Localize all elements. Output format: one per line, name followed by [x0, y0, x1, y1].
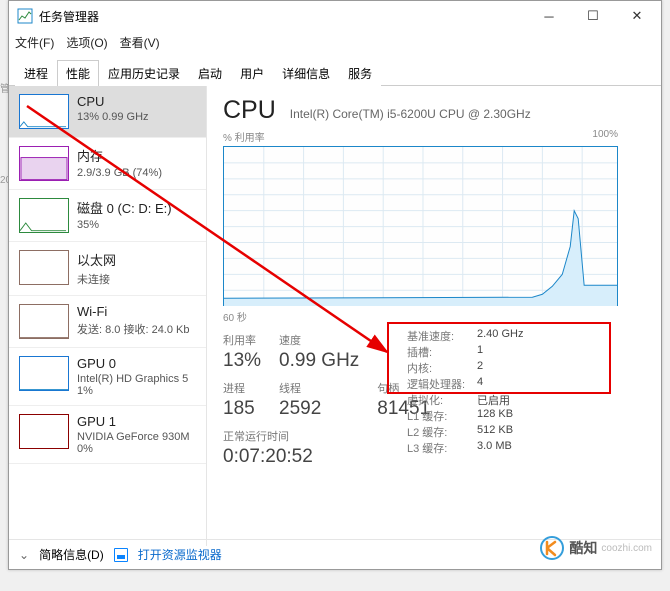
sidebar-item-cpu[interactable]: CPU13% 0.99 GHz	[9, 86, 206, 138]
l2-cache: 512 KB	[477, 424, 513, 440]
virtualization: 已启用	[477, 392, 510, 408]
logical-processors: 4	[477, 376, 483, 392]
sidebar-item-disk[interactable]: 磁盘 0 (C: D: E:)35%	[9, 190, 206, 242]
watermark: 酷知 coozhi.com	[539, 535, 652, 561]
maximize-button[interactable]: ☐	[571, 2, 615, 30]
stat-processes: 185	[223, 398, 261, 420]
tab-details[interactable]: 详细信息	[273, 60, 339, 86]
detail-title: CPU	[223, 96, 276, 125]
titlebar: 任务管理器 ─ ☐ ✕	[9, 1, 661, 31]
watermark-icon	[539, 535, 565, 561]
graph-xaxis: 60 秒	[223, 309, 618, 324]
cpu-model: Intel(R) Core(TM) i5-6200U CPU @ 2.30GHz	[290, 107, 531, 121]
sidebar-item-gpu0[interactable]: GPU 0Intel(R) HD Graphics 5 1%	[9, 348, 206, 406]
tab-performance[interactable]: 性能	[57, 60, 99, 86]
fewer-details-link[interactable]: 简略信息(D)	[39, 546, 104, 563]
resource-monitor-icon	[114, 548, 128, 562]
menu-options[interactable]: 选项(O)	[66, 34, 107, 51]
tabstrip: 进程 性能 应用历史记录 启动 用户 详细信息 服务	[9, 53, 661, 86]
sidebar-item-memory[interactable]: 内存2.9/3.9 GB (74%)	[9, 138, 206, 190]
cores: 2	[477, 360, 483, 376]
sidebar-item-label: CPU	[77, 94, 149, 109]
stat-threads: 2592	[279, 398, 359, 420]
stat-utilization: 13%	[223, 350, 261, 372]
task-manager-window: 任务管理器 ─ ☐ ✕ 文件(F) 选项(O) 查看(V) 进程 性能 应用历史…	[8, 0, 662, 570]
close-button[interactable]: ✕	[615, 2, 659, 30]
tab-processes[interactable]: 进程	[15, 60, 57, 86]
tab-users[interactable]: 用户	[231, 60, 273, 86]
sidebar-item-ethernet[interactable]: 以太网未连接	[9, 242, 206, 296]
performance-detail: CPU Intel(R) Core(TM) i5-6200U CPU @ 2.3…	[207, 86, 661, 546]
performance-sidebar: CPU13% 0.99 GHz 内存2.9/3.9 GB (74%) 磁盘 0 …	[9, 86, 207, 546]
app-icon	[17, 8, 33, 24]
base-speed: 2.40 GHz	[477, 328, 523, 344]
chevron-down-icon[interactable]: ⌄	[19, 548, 29, 562]
window-title: 任务管理器	[39, 8, 527, 25]
sidebar-item-wifi[interactable]: Wi-Fi发送: 8.0 接收: 24.0 Kb	[9, 296, 206, 348]
sockets: 1	[477, 344, 483, 360]
minimize-button[interactable]: ─	[527, 2, 571, 30]
graph-ymax: 100%	[592, 129, 618, 144]
stat-speed: 0.99 GHz	[279, 350, 359, 372]
l3-cache: 3.0 MB	[477, 440, 512, 456]
menubar: 文件(F) 选项(O) 查看(V)	[9, 31, 661, 53]
cpu-info-table: 基准速度:2.40 GHz 插槽:1 内核:2 逻辑处理器:4 虚拟化:已启用 …	[407, 328, 622, 456]
tab-startup[interactable]: 启动	[189, 60, 231, 86]
open-resource-monitor-link[interactable]: 打开资源监视器	[138, 546, 222, 563]
sidebar-item-gpu1[interactable]: GPU 1NVIDIA GeForce 930M 0%	[9, 406, 206, 464]
tab-services[interactable]: 服务	[339, 60, 381, 86]
tab-app-history[interactable]: 应用历史记录	[99, 60, 189, 86]
menu-view[interactable]: 查看(V)	[120, 34, 160, 51]
cpu-graph[interactable]	[223, 146, 618, 306]
menu-file[interactable]: 文件(F)	[15, 34, 54, 51]
l1-cache: 128 KB	[477, 408, 513, 424]
graph-ylabel: % 利用率	[223, 129, 265, 144]
